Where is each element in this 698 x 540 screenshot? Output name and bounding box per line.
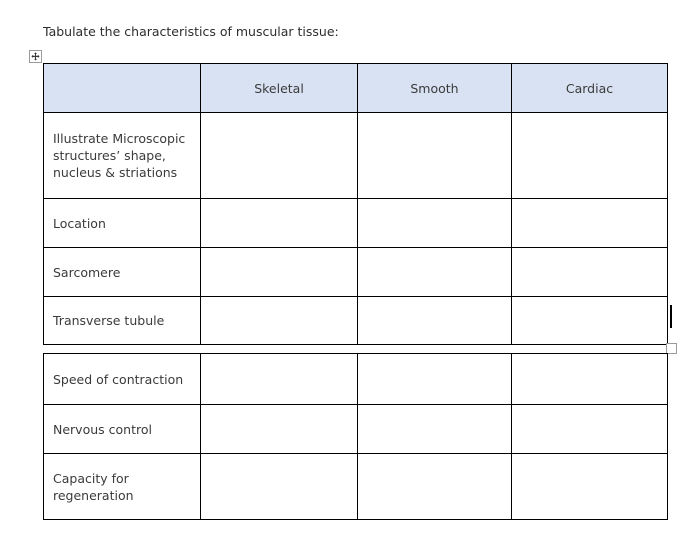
cell-location-smooth[interactable] (357, 198, 512, 248)
row-label-line: structures’ shape, (53, 148, 166, 163)
cell-capacity-cardiac[interactable] (511, 453, 668, 520)
cell-illustrate-cardiac[interactable] (511, 112, 668, 199)
cell-capacity-skeletal[interactable] (200, 453, 358, 520)
row-label-nervous-control[interactable]: Nervous control (43, 404, 201, 454)
row-label-transverse-tubule[interactable]: Transverse tubule (43, 296, 201, 345)
characteristics-table-part-one: Skeletal Smooth Cardiac Illustrate Micro… (43, 63, 668, 345)
cell-speed-skeletal[interactable] (200, 353, 358, 405)
row-label-speed-of-contraction[interactable]: Speed of contraction (43, 353, 201, 405)
row-label-illustrate-structures[interactable]: Illustrate Microscopic structures’ shape… (43, 112, 201, 199)
table-row: Sarcomere (43, 247, 668, 297)
row-label-location[interactable]: Location (43, 198, 201, 248)
header-cell-skeletal[interactable]: Skeletal (200, 63, 358, 113)
table-row: Location (43, 198, 668, 248)
cell-transverse-smooth[interactable] (357, 296, 512, 345)
row-label-line: regeneration (53, 487, 134, 503)
cell-sarcomere-cardiac[interactable] (511, 247, 668, 297)
row-label-capacity-for-regeneration[interactable]: Capacity for regeneration (43, 453, 201, 520)
cell-speed-cardiac[interactable] (511, 353, 668, 405)
cell-illustrate-skeletal[interactable] (200, 112, 358, 199)
header-cell-smooth[interactable]: Smooth (357, 63, 512, 113)
cell-capacity-smooth[interactable] (357, 453, 512, 520)
table-row: Capacity for regeneration (43, 453, 668, 520)
cell-transverse-cardiac[interactable] (511, 296, 668, 345)
table-row: Illustrate Microscopic structures’ shape… (43, 112, 668, 199)
table-header-row: Skeletal Smooth Cardiac (43, 63, 668, 113)
row-label-line: Capacity for (53, 470, 129, 486)
table-row: Transverse tubule (43, 296, 668, 345)
cell-nervous-smooth[interactable] (357, 404, 512, 454)
row-label-line: Illustrate Microscopic (53, 131, 186, 146)
cell-illustrate-smooth[interactable] (357, 112, 512, 199)
header-cell-characteristic[interactable] (43, 63, 201, 113)
cell-nervous-cardiac[interactable] (511, 404, 668, 454)
table-row: Speed of contraction (43, 353, 668, 405)
cell-sarcomere-skeletal[interactable] (200, 247, 358, 297)
page-title: Tabulate the characteristics of muscular… (43, 24, 339, 39)
cell-location-cardiac[interactable] (511, 198, 668, 248)
row-label-line: nucleus & striations (53, 165, 178, 180)
cell-nervous-skeletal[interactable] (200, 404, 358, 454)
header-cell-cardiac[interactable]: Cardiac (511, 63, 668, 113)
row-label-sarcomere[interactable]: Sarcomere (43, 247, 201, 297)
move-cross-icon (31, 52, 40, 61)
table-move-handle[interactable] (29, 50, 42, 63)
cell-transverse-skeletal[interactable] (200, 296, 358, 345)
cell-speed-smooth[interactable] (357, 353, 512, 405)
table-row: Nervous control (43, 404, 668, 454)
cell-sarcomere-smooth[interactable] (357, 247, 512, 297)
column-resize-bar-icon[interactable] (670, 305, 672, 328)
cell-location-skeletal[interactable] (200, 198, 358, 248)
characteristics-table-part-two: Speed of contraction Nervous control Cap… (43, 353, 668, 520)
